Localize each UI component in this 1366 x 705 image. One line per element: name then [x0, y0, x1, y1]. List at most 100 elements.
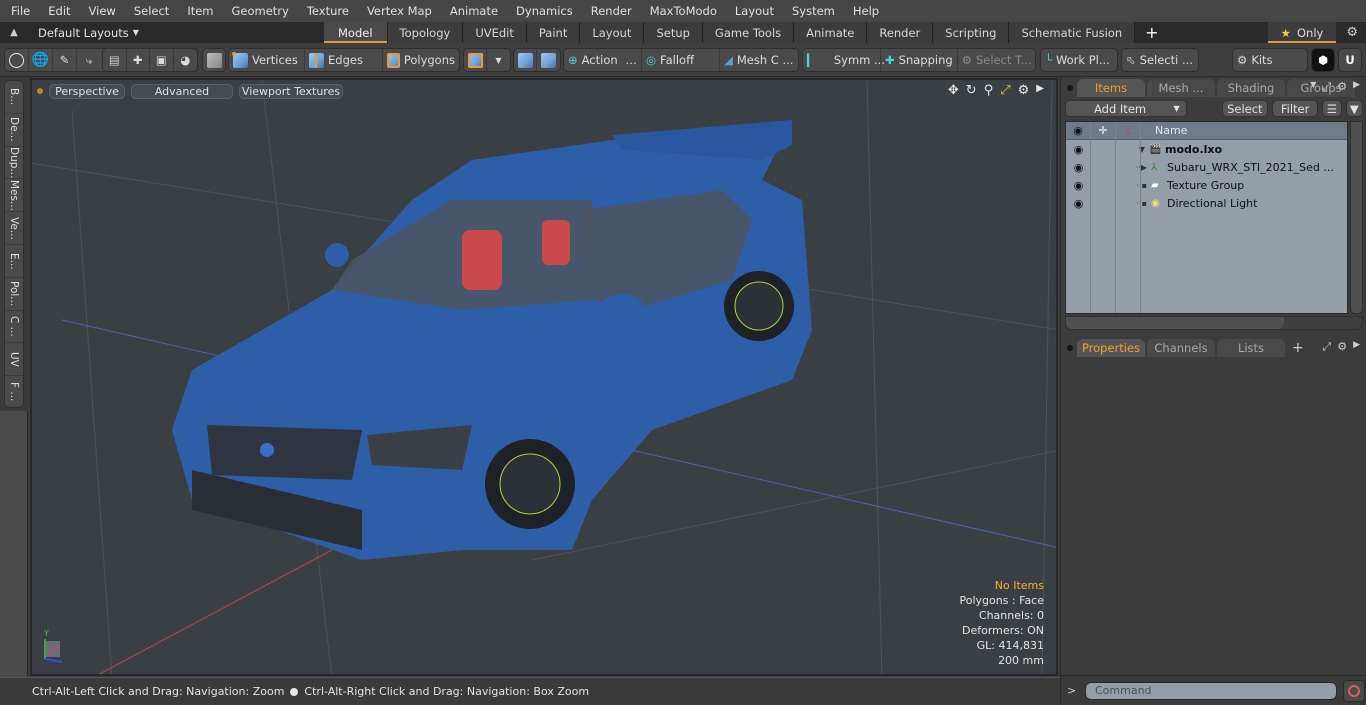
- maximize-icon[interactable]: ⤢: [1000, 83, 1010, 98]
- record-macro-button[interactable]: [1343, 679, 1365, 702]
- gear-icon[interactable]: ⚙: [1337, 340, 1347, 354]
- mesh-constraint-button[interactable]: ◢ Mesh C ...: [720, 49, 798, 71]
- gear-icon[interactable]: ⚙: [1346, 25, 1358, 40]
- action-center-button[interactable]: ⊕ Action …: [564, 49, 642, 71]
- left-tool-tab[interactable]: Ve...: [5, 212, 23, 245]
- layout-tab-uvedit[interactable]: UVEdit: [463, 22, 527, 43]
- unity-button[interactable]: ⬢: [1312, 49, 1334, 71]
- collapse-up-icon[interactable]: ▲: [0, 22, 28, 43]
- tree-vertical-scrollbar[interactable]: [1350, 121, 1363, 314]
- kits-button[interactable]: ⚙ Kits: [1233, 49, 1307, 71]
- type-column-header[interactable]: ⊥: [1116, 122, 1141, 139]
- selection-sets-button[interactable]: ⬁ Selecti ...: [1122, 49, 1198, 71]
- menu-layout[interactable]: Layout: [726, 0, 783, 22]
- menu-item[interactable]: Item: [178, 0, 222, 22]
- eye-icon[interactable]: ◉: [1074, 197, 1084, 210]
- menu-animate[interactable]: Animate: [441, 0, 507, 22]
- scrollbar-thumb[interactable]: [1066, 317, 1284, 329]
- left-tool-tab[interactable]: F ...: [5, 376, 23, 409]
- unreal-button[interactable]: U: [1339, 49, 1361, 71]
- layout-tab-model[interactable]: Model: [324, 22, 388, 43]
- falloff-button[interactable]: ◎ Falloff: [642, 49, 720, 71]
- tree-row[interactable]: ◉ ▼ 🎬 modo.lxo: [1066, 140, 1347, 158]
- tree-row[interactable]: ◉ ··▪ ▰ Texture Group: [1066, 176, 1347, 194]
- items-tab-mesh[interactable]: Mesh ...: [1147, 79, 1215, 97]
- expand-icon[interactable]: ⤢: [1322, 340, 1331, 354]
- view-mode-dropdown[interactable]: Perspective: [49, 83, 125, 99]
- chevron-right-icon[interactable]: ▶: [1353, 340, 1360, 354]
- menu-render[interactable]: Render: [582, 0, 641, 22]
- pan-icon[interactable]: ✥: [948, 83, 959, 98]
- select-element-button[interactable]: [5, 49, 29, 71]
- filter-button[interactable]: Filter: [1271, 100, 1319, 117]
- select-button[interactable]: Select: [1221, 100, 1268, 117]
- select-through-button[interactable]: ⚙ Select T...: [958, 49, 1035, 71]
- symmetry-button[interactable]: ▎ Symm ...: [803, 49, 885, 71]
- chevron-right-icon[interactable]: ▶: [1353, 80, 1360, 94]
- layout-tab-layout[interactable]: Layout: [580, 22, 645, 43]
- menu-view[interactable]: View: [80, 0, 125, 22]
- default-layouts-dropdown[interactable]: Default Layouts ▼: [28, 22, 324, 43]
- layout-tab-setup[interactable]: Setup: [644, 22, 703, 43]
- visibility-toggle[interactable]: ◉: [1066, 176, 1091, 194]
- gear-icon[interactable]: ⚙: [1337, 80, 1347, 94]
- layout-tab-topology[interactable]: Topology: [387, 22, 464, 43]
- prop-tab-properties[interactable]: Properties: [1077, 339, 1145, 357]
- viewport-status-dot[interactable]: [37, 88, 43, 94]
- menu-geometry[interactable]: Geometry: [223, 0, 298, 22]
- menu-vertex-map[interactable]: Vertex Map: [358, 0, 441, 22]
- center-button[interactable]: [514, 49, 538, 71]
- eye-icon[interactable]: ◉: [1074, 179, 1084, 192]
- prop-tab-channels[interactable]: Channels: [1147, 339, 1215, 357]
- left-tool-tab[interactable]: Mes...: [5, 179, 23, 213]
- command-input[interactable]: [1085, 681, 1337, 700]
- align-button[interactable]: ▤: [103, 49, 127, 71]
- chevron-right-icon[interactable]: ▶: [1036, 83, 1044, 98]
- eye-icon[interactable]: ◉: [1074, 143, 1084, 156]
- visibility-toggle[interactable]: ◉: [1066, 194, 1091, 212]
- eye-icon[interactable]: ◉: [1074, 161, 1084, 174]
- left-tool-tab[interactable]: Dup...: [5, 147, 23, 180]
- menu-dynamics[interactable]: Dynamics: [507, 0, 582, 22]
- layout-tab-scripting[interactable]: Scripting: [933, 22, 1010, 43]
- item-mode-button[interactable]: [203, 49, 225, 71]
- left-tool-tab[interactable]: C ...: [5, 311, 23, 344]
- tree-row[interactable]: ◉ ··▪ ◉ Directional Light: [1066, 194, 1347, 212]
- shading-mode-dropdown[interactable]: Advanced: [131, 83, 233, 99]
- expand-icon[interactable]: ⤢: [1322, 80, 1331, 94]
- layout-tab-animate[interactable]: Animate: [794, 22, 868, 43]
- pivot-button[interactable]: [537, 49, 560, 71]
- rotate-icon[interactable]: ↻: [966, 83, 977, 98]
- menu-help[interactable]: Help: [844, 0, 888, 22]
- globe-button[interactable]: 🌐: [29, 49, 53, 71]
- left-tool-tab[interactable]: Pol...: [5, 278, 23, 311]
- lasso-button[interactable]: ⤷: [77, 49, 101, 71]
- material-mode-button[interactable]: [464, 49, 488, 71]
- name-column-header[interactable]: Name: [1141, 124, 1187, 137]
- chevron-down-icon[interactable]: ▼: [1310, 80, 1316, 94]
- add-item-button[interactable]: Add Item ▼: [1065, 100, 1187, 117]
- items-tab-shading[interactable]: Shading: [1217, 79, 1285, 97]
- gear-icon[interactable]: ⚙: [1018, 83, 1030, 98]
- add-tab-button[interactable]: +: [1287, 339, 1309, 357]
- items-tab-items[interactable]: Items: [1077, 79, 1145, 97]
- tree-horizontal-scrollbar[interactable]: [1065, 316, 1363, 330]
- lock-column-header[interactable]: ✛: [1091, 122, 1116, 139]
- edges-button[interactable]: Edges: [305, 49, 383, 71]
- visibility-toggle[interactable]: ◉: [1066, 158, 1091, 176]
- menu-select[interactable]: Select: [125, 0, 178, 22]
- work-plane-button[interactable]: └ Work Pl...: [1041, 49, 1117, 71]
- tree-row[interactable]: ◉ ··▶ ⅄ Subaru_WRX_STI_2021_Sed ...: [1066, 158, 1347, 176]
- left-tool-tab[interactable]: E...: [5, 245, 23, 278]
- cross-button[interactable]: ✚: [127, 49, 150, 71]
- add-layout-tab-button[interactable]: +: [1135, 22, 1168, 43]
- menu-system[interactable]: System: [783, 0, 844, 22]
- only-button[interactable]: ★ Only: [1268, 22, 1336, 43]
- left-tool-tab[interactable]: B...: [5, 81, 23, 114]
- menu-file[interactable]: File: [0, 0, 39, 22]
- menu-edit[interactable]: Edit: [39, 0, 79, 22]
- layout-tab-schematic-fusion[interactable]: Schematic Fusion: [1009, 22, 1136, 43]
- pen-button[interactable]: ✎: [53, 49, 77, 71]
- layout-tab-render[interactable]: Render: [867, 22, 934, 43]
- left-tool-tab[interactable]: De...: [5, 114, 23, 147]
